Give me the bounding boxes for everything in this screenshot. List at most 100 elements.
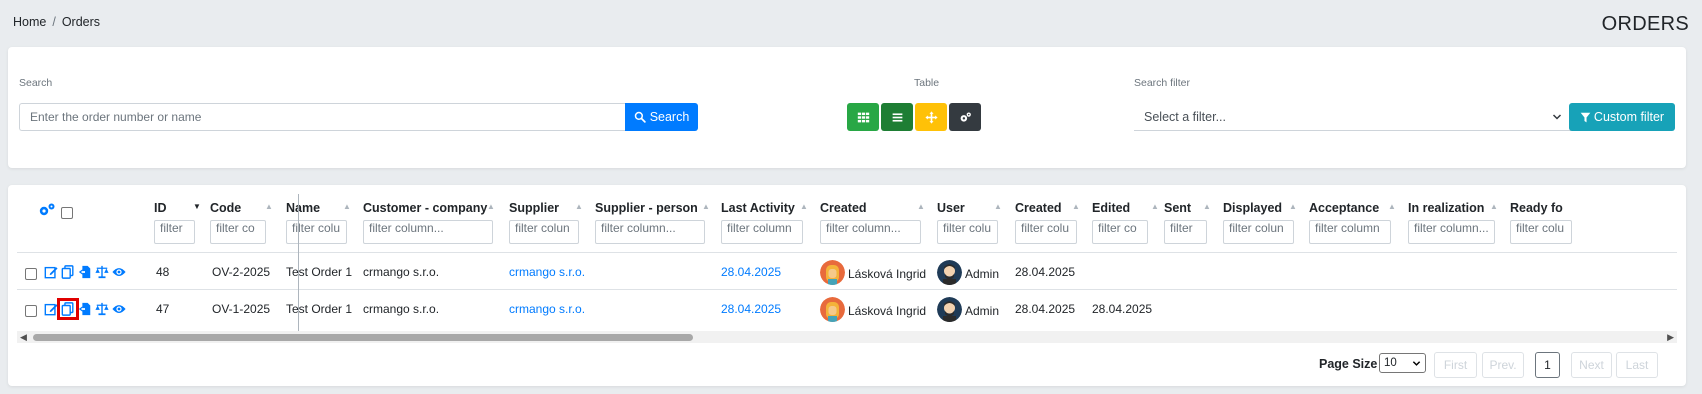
column-filter-input[interactable]: filter column... [820, 220, 921, 244]
horizontal-scrollbar[interactable]: ◀ ▶ [17, 331, 1677, 343]
cell-last-activity-link[interactable]: 28.04.2025 [721, 265, 781, 279]
column-filter-input[interactable]: filter [154, 220, 195, 244]
row-checkbox[interactable] [25, 305, 37, 317]
column-filter-input[interactable]: filter column... [363, 220, 493, 244]
scrollbar-thumb[interactable] [33, 334, 693, 341]
column-settings-icon[interactable] [38, 202, 56, 218]
grid-icon [857, 112, 869, 122]
column-header[interactable]: Customer - company [363, 201, 487, 215]
sort-icon[interactable]: ▲ [1490, 202, 1498, 211]
column-filter-input[interactable]: filter column [1309, 220, 1391, 244]
column-header[interactable]: Acceptance [1309, 201, 1379, 215]
cell-code: OV-2-2025 [212, 265, 271, 279]
breadcrumb-separator: / [52, 15, 56, 29]
avatar [937, 297, 962, 322]
row-checkbox[interactable] [25, 268, 37, 280]
column-filter-input[interactable]: filter column... [595, 220, 705, 244]
sort-icon[interactable]: ▲ [917, 202, 925, 211]
column-filter-input[interactable]: filter colun [1223, 220, 1294, 244]
sort-icon[interactable]: ▲ [487, 202, 495, 211]
sort-icon[interactable]: ▲ [800, 202, 808, 211]
export-icon[interactable] [78, 302, 92, 316]
table-view-label: Table [914, 77, 940, 89]
current-page-button[interactable]: 1 [1535, 352, 1560, 378]
search-input[interactable] [19, 103, 625, 131]
sort-icon[interactable]: ▲ [702, 202, 710, 211]
search-label: Search [19, 77, 53, 89]
column-filter-input[interactable]: filter [1164, 220, 1207, 244]
copy-icon[interactable] [61, 265, 75, 279]
column-header[interactable]: Edited [1092, 201, 1130, 215]
sort-desc-icon[interactable]: ▼ [193, 202, 201, 211]
column-header[interactable]: Created [1015, 201, 1062, 215]
column-header[interactable]: ID [154, 201, 167, 215]
column-header[interactable]: Displayed [1223, 201, 1282, 215]
column-header[interactable]: Sent [1164, 201, 1191, 215]
row-divider [17, 289, 1677, 290]
orders-table-panel: ID ▼ filter Code ▲ filter co Name ▲ filter colu C… [8, 185, 1686, 386]
column-filter-input[interactable]: filter column [721, 220, 803, 244]
column-filter-input[interactable]: filter colu [1510, 220, 1572, 244]
column-header[interactable]: Code [210, 201, 241, 215]
cell-supplier-link[interactable]: crmango s.r.o. [509, 302, 585, 316]
scroll-right-icon[interactable]: ▶ [1667, 332, 1674, 343]
sort-icon[interactable]: ▲ [1289, 202, 1297, 211]
scroll-left-icon[interactable]: ◀ [20, 332, 27, 343]
column-header[interactable]: In realization [1408, 201, 1484, 215]
next-page-button[interactable]: Next [1571, 352, 1612, 378]
search-button[interactable]: Search [625, 103, 698, 131]
custom-filter-button[interactable]: Custom filter [1569, 103, 1675, 131]
column-filter-input[interactable]: filter colu [286, 220, 347, 244]
edit-icon[interactable] [44, 265, 58, 279]
sort-icon[interactable]: ▲ [1388, 202, 1396, 211]
grid-view-button[interactable] [847, 103, 879, 131]
column-header[interactable]: Ready fo [1510, 201, 1563, 215]
column-filter-input[interactable]: filter colun [509, 220, 579, 244]
sort-icon[interactable]: ▲ [1072, 202, 1080, 211]
select-all-checkbox[interactable] [61, 207, 73, 219]
column-header[interactable]: Created [820, 201, 867, 215]
sort-icon[interactable]: ▲ [994, 202, 1002, 211]
header-divider [17, 252, 1677, 253]
table-settings-button[interactable] [949, 103, 981, 131]
copy-icon[interactable] [57, 298, 79, 320]
page-size-select[interactable]: 10 [1379, 353, 1426, 373]
column-filter-input[interactable]: filter column... [1408, 220, 1495, 244]
page-size-label: Page Size [1319, 357, 1378, 371]
filter-funnel-icon [1580, 112, 1591, 122]
eye-icon[interactable] [112, 302, 126, 316]
first-page-button[interactable]: First [1434, 352, 1477, 378]
cell-user: Admin [965, 267, 1000, 281]
column-header[interactable]: User [937, 201, 965, 215]
balance-icon[interactable] [95, 302, 109, 316]
list-view-button[interactable] [881, 103, 913, 131]
last-page-button[interactable]: Last [1616, 352, 1658, 378]
cell-supplier-link[interactable]: crmango s.r.o. [509, 265, 585, 279]
filter-select[interactable]: Select a filter... [1134, 103, 1572, 131]
sort-icon[interactable]: ▲ [575, 202, 583, 211]
column-header[interactable]: Name [286, 201, 320, 215]
search-filter-label: Search filter [1134, 77, 1191, 89]
sort-icon[interactable]: ▲ [1151, 202, 1159, 211]
balance-icon[interactable] [95, 265, 109, 279]
edit-icon[interactable] [44, 302, 58, 316]
eye-icon[interactable] [112, 265, 126, 279]
cell-last-activity-link[interactable]: 28.04.2025 [721, 302, 781, 316]
column-header[interactable]: Supplier [509, 201, 559, 215]
column-header[interactable]: Supplier - person [595, 201, 698, 215]
page-title: ORDERS [1601, 13, 1689, 35]
sort-icon[interactable]: ▲ [265, 202, 273, 211]
column-filter-input[interactable]: filter colu [937, 220, 998, 244]
sort-icon[interactable]: ▲ [1203, 202, 1211, 211]
cell-created-by: Lásková Ingrid [848, 304, 927, 318]
column-filter-input[interactable]: filter co [1092, 220, 1148, 244]
sort-icon[interactable]: ▲ [343, 202, 351, 211]
export-icon[interactable] [78, 265, 92, 279]
column-filter-input[interactable]: filter co [210, 220, 266, 244]
breadcrumb-home[interactable]: Home [13, 15, 46, 29]
avatar [820, 297, 845, 322]
prev-page-button[interactable]: Prev. [1482, 352, 1524, 378]
column-filter-input[interactable]: filter colu [1015, 220, 1077, 244]
column-header[interactable]: Last Activity [721, 201, 795, 215]
move-columns-button[interactable] [915, 103, 947, 131]
